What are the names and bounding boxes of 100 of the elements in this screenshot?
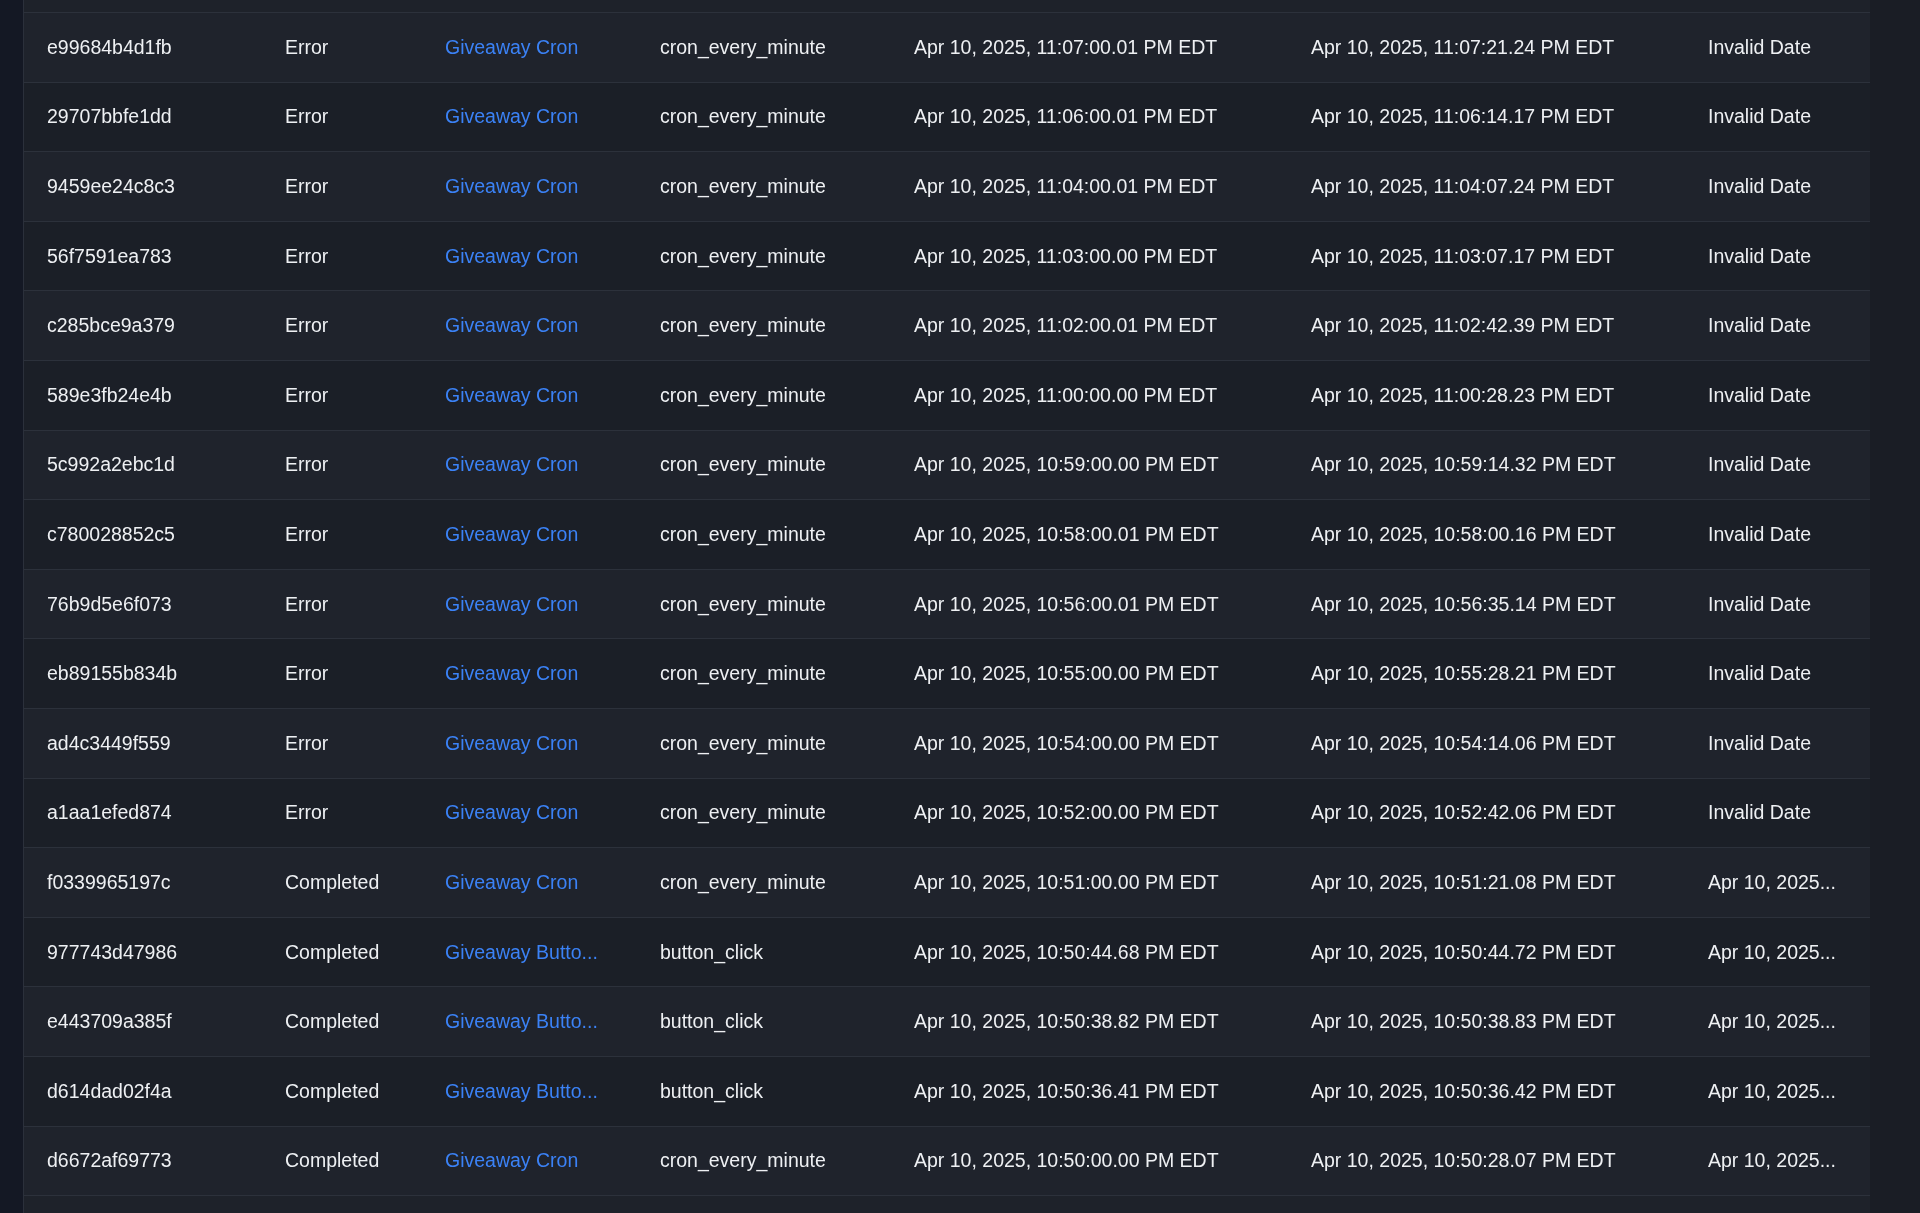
job-link[interactable]: Giveaway Cron xyxy=(445,314,579,337)
job-link[interactable]: Giveaway Cron xyxy=(445,870,579,893)
table-cell: Error xyxy=(285,522,329,545)
table-cell: Invalid Date xyxy=(1708,314,1811,337)
table-cell: Apr 10, 2025, 11:06:14.17 PM EDT xyxy=(1311,105,1615,128)
job-link[interactable]: Giveaway Butto... xyxy=(445,940,598,963)
table-cell: 56f7591ea783 xyxy=(47,244,172,267)
table-cell: Invalid Date xyxy=(1708,105,1811,128)
table-cell: Apr 10, 2025, 10:50:44.72 PM EDT xyxy=(1311,940,1616,963)
table-cell: 76b9d5e6f073 xyxy=(47,592,172,615)
table-cell: cron_every_minute xyxy=(660,801,826,824)
table-cell: 977743d47986 xyxy=(47,940,178,963)
job-link[interactable]: Giveaway Cron xyxy=(445,105,579,128)
table-cell: Completed xyxy=(285,940,380,963)
table-cell: Apr 10, 2025... xyxy=(1708,1010,1836,1033)
table-cell: Invalid Date xyxy=(1708,383,1811,406)
table-cell: cron_every_minute xyxy=(660,35,826,58)
table-cell: Apr 10, 2025, 10:54:14.06 PM EDT xyxy=(1311,731,1616,754)
table-cell: cron_every_minute xyxy=(660,592,826,615)
job-link[interactable]: Giveaway Butto... xyxy=(445,1079,598,1102)
job-link[interactable]: Giveaway Cron xyxy=(445,662,579,685)
table-cell: c285bce9a379 xyxy=(47,314,175,337)
table-cell: Apr 10, 2025, 11:00:00.00 PM EDT xyxy=(914,383,1218,406)
table-cell: Error xyxy=(285,592,329,615)
job-link[interactable]: Giveaway Cron xyxy=(445,35,579,58)
table-cell: Apr 10, 2025... xyxy=(1708,1149,1836,1172)
table-cell: Completed xyxy=(285,1149,380,1172)
job-link[interactable]: Giveaway Cron xyxy=(445,731,579,754)
table-cell: Error xyxy=(285,314,329,337)
table-cell: e443709a385f xyxy=(47,1010,172,1033)
table-cell: Apr 10, 2025, 10:50:44.68 PM EDT xyxy=(914,940,1219,963)
table-cell: cron_every_minute xyxy=(660,731,826,754)
table-cell: Invalid Date xyxy=(1708,662,1811,685)
job-link[interactable]: Giveaway Cron xyxy=(445,244,579,267)
job-link[interactable]: Giveaway Cron xyxy=(445,383,579,406)
table-cell: 29707bbfe1dd xyxy=(47,105,172,128)
job-link[interactable]: Giveaway Cron xyxy=(445,592,579,615)
table-cell: f0339965197c xyxy=(47,870,171,893)
table-cell: Error xyxy=(285,801,329,824)
table-cell: Completed xyxy=(285,1010,380,1033)
table-cell: Apr 10, 2025, 11:03:00.00 PM EDT xyxy=(914,244,1218,267)
table-cell: Completed xyxy=(285,870,380,893)
job-link[interactable]: Giveaway Butto... xyxy=(445,1010,598,1033)
table-cell: Error xyxy=(285,244,329,267)
table-cell: cron_every_minute xyxy=(660,105,826,128)
table-cell: Apr 10, 2025, 10:56:00.01 PM EDT xyxy=(914,592,1219,615)
table-cell: Completed xyxy=(285,1079,380,1102)
table-cell: Apr 10, 2025, 11:07:21.24 PM EDT xyxy=(1311,35,1615,58)
table-cell: Invalid Date xyxy=(1708,244,1811,267)
table-cell: Apr 10, 2025, 11:02:00.01 PM EDT xyxy=(914,314,1218,337)
table-cell: e99684b4d1fb xyxy=(47,35,172,58)
table-cell: Apr 10, 2025, 11:04:07.24 PM EDT xyxy=(1311,175,1615,197)
table-cell: Apr 10, 2025, 10:50:36.42 PM EDT xyxy=(1311,1079,1616,1102)
table-cell: Error xyxy=(285,662,329,685)
table-cell: Error xyxy=(285,731,329,754)
table-cell: Apr 10, 2025... xyxy=(1708,1079,1836,1102)
table-cell: Apr 10, 2025, 10:58:00.01 PM EDT xyxy=(914,522,1219,545)
table-cell: Apr 10, 2025, 10:59:00.00 PM EDT xyxy=(914,453,1219,476)
table-cell: Apr 10, 2025, 11:04:00.01 PM EDT xyxy=(914,175,1218,197)
table-cell: Apr 10, 2025, 11:03:07.17 PM EDT xyxy=(1311,244,1615,267)
table-cell: cron_every_minute xyxy=(660,175,826,197)
job-link[interactable]: Giveaway Cron xyxy=(445,175,579,197)
job-link[interactable]: Giveaway Cron xyxy=(445,1149,579,1172)
table-cell: Apr 10, 2025, 10:51:00.00 PM EDT xyxy=(914,870,1219,893)
job-link[interactable]: Giveaway Cron xyxy=(445,522,579,545)
table-cell: Apr 10, 2025, 11:02:42.39 PM EDT xyxy=(1311,314,1615,337)
table-cell: Apr 10, 2025, 10:58:00.16 PM EDT xyxy=(1311,522,1616,545)
table-cell: eb89155b834b xyxy=(47,662,178,685)
table-cell: Invalid Date xyxy=(1708,801,1811,824)
table-cell: Apr 10, 2025... xyxy=(1708,870,1836,893)
table-cell: Error xyxy=(285,105,329,128)
table-cell: Apr 10, 2025, 10:55:28.21 PM EDT xyxy=(1311,662,1616,685)
table-cell: Apr 10, 2025, 11:00:28.23 PM EDT xyxy=(1311,383,1615,406)
table-cell: Apr 10, 2025, 10:54:00.00 PM EDT xyxy=(914,731,1219,754)
table-cell: cron_every_minute xyxy=(660,870,826,893)
table-cell: cron_every_minute xyxy=(660,662,826,685)
table-cell: Invalid Date xyxy=(1708,592,1811,615)
table-cell: cron_every_minute xyxy=(660,244,826,267)
table-cell: button_click xyxy=(660,940,763,963)
table-cell: cron_every_minute xyxy=(660,453,826,476)
table-cell: Error xyxy=(285,383,329,406)
table-cell: c780028852c5 xyxy=(47,522,175,545)
table-cell: button_click xyxy=(660,1079,763,1102)
table-cell: 5c992a2ebc1d xyxy=(47,453,175,476)
table-cell: a1aa1efed874 xyxy=(47,801,172,824)
job-link[interactable]: Giveaway Cron xyxy=(445,801,579,824)
table-cell: Apr 10, 2025, 10:51:21.08 PM EDT xyxy=(1311,870,1616,893)
table-cell: 589e3fb24e4b xyxy=(47,383,172,406)
table-cell: Apr 10, 2025, 10:50:36.41 PM EDT xyxy=(914,1079,1219,1102)
table-cell: Invalid Date xyxy=(1708,453,1811,476)
table-cell: cron_every_minute xyxy=(660,522,826,545)
table-cell: 9459ee24c8c3 xyxy=(47,175,175,197)
table-cell: Apr 10, 2025, 10:50:00.00 PM EDT xyxy=(914,1149,1219,1172)
table-cell: button_click xyxy=(660,1010,763,1033)
table-cell: Apr 10, 2025, 10:50:38.83 PM EDT xyxy=(1311,1010,1616,1033)
table-cell: cron_every_minute xyxy=(660,1149,826,1172)
table-cell: Apr 10, 2025, 10:56:35.14 PM EDT xyxy=(1311,592,1616,615)
table-cell: Apr 10, 2025... xyxy=(1708,940,1836,963)
table-cell: d6672af69773 xyxy=(47,1149,172,1172)
job-link[interactable]: Giveaway Cron xyxy=(445,453,579,476)
